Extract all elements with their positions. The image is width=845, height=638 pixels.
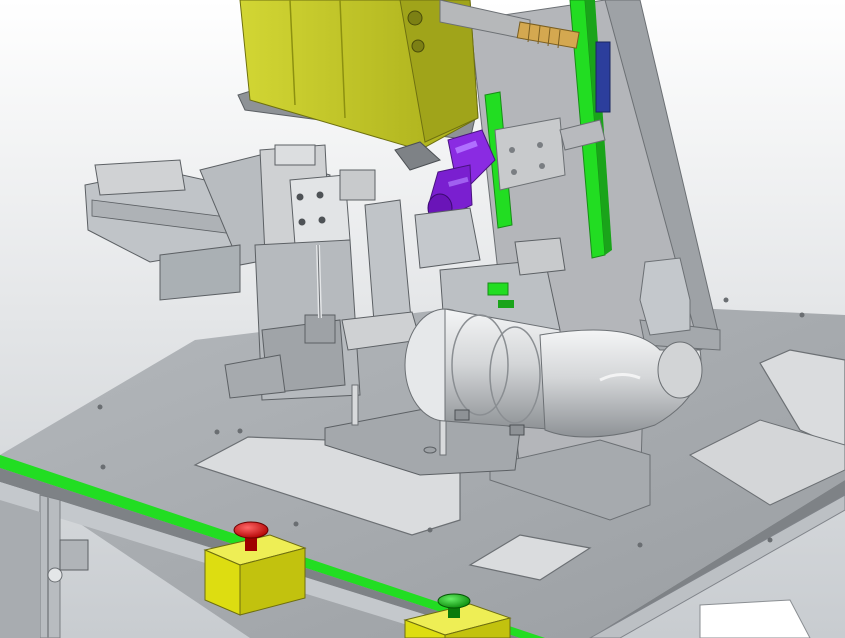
machine-render xyxy=(0,0,845,638)
cad-scene xyxy=(0,0,845,638)
side-panel xyxy=(699,599,811,638)
